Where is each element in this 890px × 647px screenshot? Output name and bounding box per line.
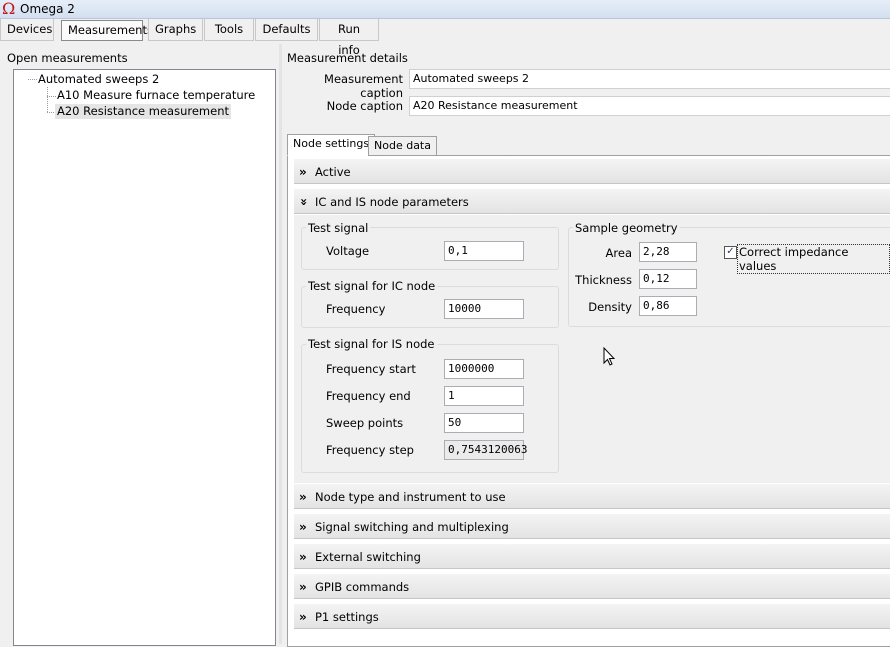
test-signal-is-title: Test signal for IS node [306,337,437,351]
section-node-type[interactable]: » Node type and instrument to use [294,483,890,509]
test-signal-ic-title: Test signal for IC node [306,279,438,293]
mouse-cursor-icon [603,347,615,366]
frequency-end-label: Frequency end [326,389,411,403]
section-external-switching[interactable]: » External switching [294,543,890,569]
node-caption-field[interactable]: A20 Resistance measurement [409,96,890,116]
tab-node-data[interactable]: Node data [368,136,437,156]
expand-icon: » [299,165,307,179]
sample-geometry-title: Sample geometry [573,221,680,235]
tree-connector [47,87,48,112]
thickness-input[interactable]: 0,12 [639,269,697,289]
expand-icon: » [299,550,307,564]
section-active[interactable]: » Active [294,158,890,184]
tab-run-info[interactable]: Run info [319,19,379,57]
voltage-label: Voltage [326,244,370,258]
panel-splitter[interactable] [279,44,282,644]
frequency-step-label: Frequency step [326,443,414,457]
frequency-end-input[interactable]: 1 [444,386,524,406]
sweep-points-input[interactable]: 50 [444,413,524,433]
tab-devices[interactable]: Devices [0,19,54,41]
section-gpib-commands[interactable]: » GPIB commands [294,573,890,599]
measurement-details-label: Measurement details [287,51,408,65]
frequency-label: Frequency [326,302,386,316]
omega-icon: Ω [2,0,16,18]
section-signal-switching[interactable]: » Signal switching and multiplexing [294,513,890,539]
measurement-caption-label: Measurement caption [324,72,403,100]
area-label: Area [605,246,632,260]
section-p1-settings[interactable]: » P1 settings [294,603,890,629]
tree-item-a10[interactable]: A10 Measure furnace temperature [55,88,257,103]
frequency-start-input[interactable]: 1000000 [444,359,524,379]
main-tab-bar: Devices Measurements Graphs Tools Defaul… [0,19,890,57]
tab-measurements[interactable]: Measurements [61,20,153,41]
collapse-icon: » [296,198,311,206]
window-title: Omega 2 [20,2,75,16]
tree-item-root[interactable]: Automated sweeps 2 [36,72,161,87]
frequency-start-label: Frequency start [326,362,416,376]
expand-icon: » [299,520,307,534]
expand-icon: » [299,580,307,594]
tree-item-a20[interactable]: A20 Resistance measurement [55,104,232,119]
sweep-points-label: Sweep points [326,416,404,430]
test-signal-title: Test signal [306,221,371,235]
tab-node-settings[interactable]: Node settings [287,134,376,156]
correct-impedance-label[interactable]: Correct impedance values [737,244,890,274]
section-ic-is-parameters[interactable]: » IC and IS node parameters [294,188,890,214]
expand-icon: » [299,610,307,624]
density-input[interactable]: 0,86 [639,296,697,316]
frequency-input[interactable]: 10000 [444,299,524,319]
tab-defaults[interactable]: Defaults [255,19,318,41]
tab-graphs[interactable]: Graphs [148,19,203,41]
thickness-label: Thickness [575,273,632,287]
expand-icon: » [299,490,307,504]
voltage-input[interactable]: 0,1 [444,241,524,261]
measurement-caption-field[interactable]: Automated sweeps 2 [409,69,890,89]
measurement-tree[interactable]: Automated sweeps 2 A10 Measure furnace t… [13,69,276,646]
tab-tools[interactable]: Tools [204,19,254,41]
correct-impedance-checkbox[interactable]: ✓ [724,246,737,259]
area-input[interactable]: 2,28 [639,242,697,262]
density-label: Density [588,300,632,314]
open-measurements-label: Open measurements [7,51,128,65]
title-bar: Ω Omega 2 [0,0,890,19]
node-caption-label: Node caption [326,99,403,113]
frequency-step-field: 0,7543120063 [444,440,527,460]
